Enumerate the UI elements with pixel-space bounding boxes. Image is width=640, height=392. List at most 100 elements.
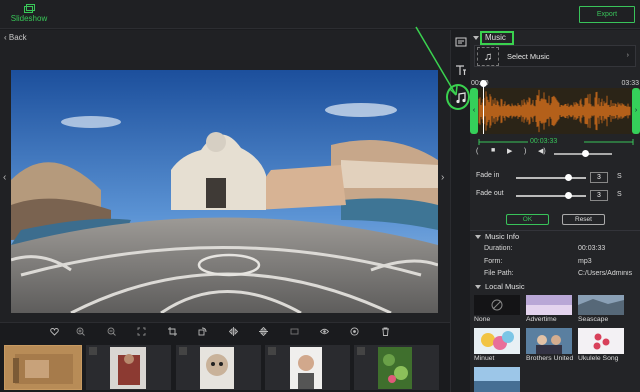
crop-icon[interactable] xyxy=(168,327,177,336)
bracket-start-icon[interactable]: ( xyxy=(476,148,478,155)
panorama-image xyxy=(11,70,438,313)
zoom-out-icon[interactable] xyxy=(107,327,116,336)
waveform-editor[interactable]: ‹ › xyxy=(470,80,640,134)
rotate-icon[interactable] xyxy=(198,327,207,336)
preview-panel: ‹ Back ‹ › xyxy=(0,30,450,322)
slideshow-icon xyxy=(23,4,35,13)
top-bar: Slideshow Export xyxy=(0,0,640,29)
timeline-clip[interactable] xyxy=(4,345,82,390)
divider xyxy=(470,230,640,231)
select-music-label: Select Music xyxy=(507,52,550,61)
local-music-header: Local Music xyxy=(485,282,525,291)
music-item-label: Seascape xyxy=(578,316,609,323)
music-item-label: Advertime xyxy=(526,316,557,323)
collapse-icon[interactable] xyxy=(475,285,481,289)
music-item[interactable] xyxy=(474,367,520,392)
fit-icon[interactable] xyxy=(137,327,146,336)
timeline-clip[interactable] xyxy=(354,345,439,390)
app-window: Slideshow Export ‹ Back ‹ › Music ♫ Sele… xyxy=(0,0,640,392)
ok-button[interactable]: OK xyxy=(506,214,549,225)
music-item-ukulele-song[interactable]: Ukulele Song xyxy=(578,328,624,362)
playhead-knob[interactable] xyxy=(480,80,487,87)
music-item-advertime[interactable]: Advertime xyxy=(526,295,572,323)
fade-in-unit: S xyxy=(617,173,622,180)
timeline-clip[interactable] xyxy=(86,345,171,390)
form-value: mp3 xyxy=(578,258,592,265)
reset-button[interactable]: Reset xyxy=(562,214,605,225)
stop-icon[interactable]: ■ xyxy=(491,147,495,154)
flip-horizontal-icon[interactable] xyxy=(229,327,238,336)
music-thumb xyxy=(578,328,624,354)
trim-end-handle[interactable]: › xyxy=(632,88,640,134)
fade-out-slider[interactable] xyxy=(516,192,586,199)
fade-in-slider[interactable] xyxy=(516,174,586,181)
back-button[interactable]: ‹ Back xyxy=(4,33,27,42)
eye-icon[interactable] xyxy=(320,327,329,336)
music-item-label: None xyxy=(474,316,491,323)
delete-icon[interactable] xyxy=(381,327,390,336)
slideshow-tab[interactable]: Slideshow xyxy=(8,4,50,23)
clip-length: 00:03:33 xyxy=(530,138,558,145)
music-panel: Music ♫ Select Music › 00:00 03:33 ‹ › 0… xyxy=(470,30,640,392)
fade-in-knob[interactable] xyxy=(565,174,572,181)
form-row: Form: mp3 xyxy=(484,258,640,265)
music-item-minuet[interactable]: Minuet xyxy=(474,328,520,362)
end-time: 03:33 xyxy=(621,80,639,87)
fade-in-input[interactable]: 3 xyxy=(590,172,608,183)
slideshow-label: Slideshow xyxy=(10,14,48,23)
volume-icon[interactable]: ◀) xyxy=(538,147,546,155)
music-item-seascape[interactable]: Seascape xyxy=(578,295,624,323)
music-header: Music xyxy=(480,31,514,45)
fade-in-label: Fade in xyxy=(476,172,500,179)
clip-thumbnail xyxy=(357,347,412,389)
zoom-in-icon[interactable] xyxy=(76,327,85,336)
music-item-none[interactable]: None xyxy=(474,295,520,323)
fade-out-unit: S xyxy=(617,191,622,198)
flip-vertical-icon[interactable] xyxy=(259,327,268,336)
export-button[interactable]: Export xyxy=(579,6,635,23)
music-thumb xyxy=(474,367,520,392)
music-thumb xyxy=(474,328,520,354)
trim-start-handle[interactable]: ‹ xyxy=(470,88,478,134)
collapse-icon[interactable] xyxy=(473,36,479,40)
playhead[interactable] xyxy=(483,82,484,134)
select-music-button[interactable]: ♫ Select Music › xyxy=(474,45,636,67)
music-item-label: Ukulele Song xyxy=(578,355,619,362)
music-thumb xyxy=(578,295,624,315)
preview-icon[interactable] xyxy=(350,327,359,336)
collapse-icon[interactable] xyxy=(475,235,481,239)
music-note-icon: ♫ xyxy=(477,47,499,66)
volume-knob[interactable] xyxy=(582,150,590,157)
timeline-clip[interactable] xyxy=(265,345,350,390)
fade-out-input[interactable]: 3 xyxy=(590,190,608,201)
timeline-track xyxy=(0,345,450,390)
back-label: Back xyxy=(8,33,27,42)
split-icon[interactable] xyxy=(290,327,299,336)
music-info-header: Music Info xyxy=(485,232,520,241)
music-thumb xyxy=(526,328,572,354)
music-item-brothers-united[interactable]: Brothers United xyxy=(526,328,573,362)
form-label: Form: xyxy=(484,258,503,265)
waveform xyxy=(478,89,631,133)
clip-thumbnail xyxy=(13,354,73,384)
duration-value: 00:03:33 xyxy=(578,245,606,252)
fade-out-row: Fade out 3 S xyxy=(476,190,636,202)
local-music-grid: None Advertime Seascape Minuet Brothers … xyxy=(474,295,640,392)
timeline-toolbar xyxy=(0,323,450,341)
music-thumb xyxy=(526,295,572,315)
prev-arrow-icon[interactable]: ‹ xyxy=(3,172,6,183)
music-item-label: Minuet xyxy=(474,355,495,362)
path-label: File Path: xyxy=(484,270,514,277)
duration-row: Duration: 00:03:33 xyxy=(484,245,640,252)
bracket-end-icon[interactable]: ) xyxy=(524,148,526,155)
play-icon[interactable]: ▶ xyxy=(507,147,512,155)
chevron-right-icon: › xyxy=(626,52,629,59)
fade-out-label: Fade out xyxy=(476,190,504,197)
clip-thumbnail xyxy=(89,347,146,389)
fade-in-row: Fade in 3 S xyxy=(476,172,636,184)
heart-icon[interactable] xyxy=(50,327,59,336)
next-arrow-icon[interactable]: › xyxy=(441,172,444,183)
fade-out-knob[interactable] xyxy=(565,192,572,199)
volume-slider[interactable] xyxy=(554,150,612,157)
timeline-clip[interactable] xyxy=(176,345,261,390)
